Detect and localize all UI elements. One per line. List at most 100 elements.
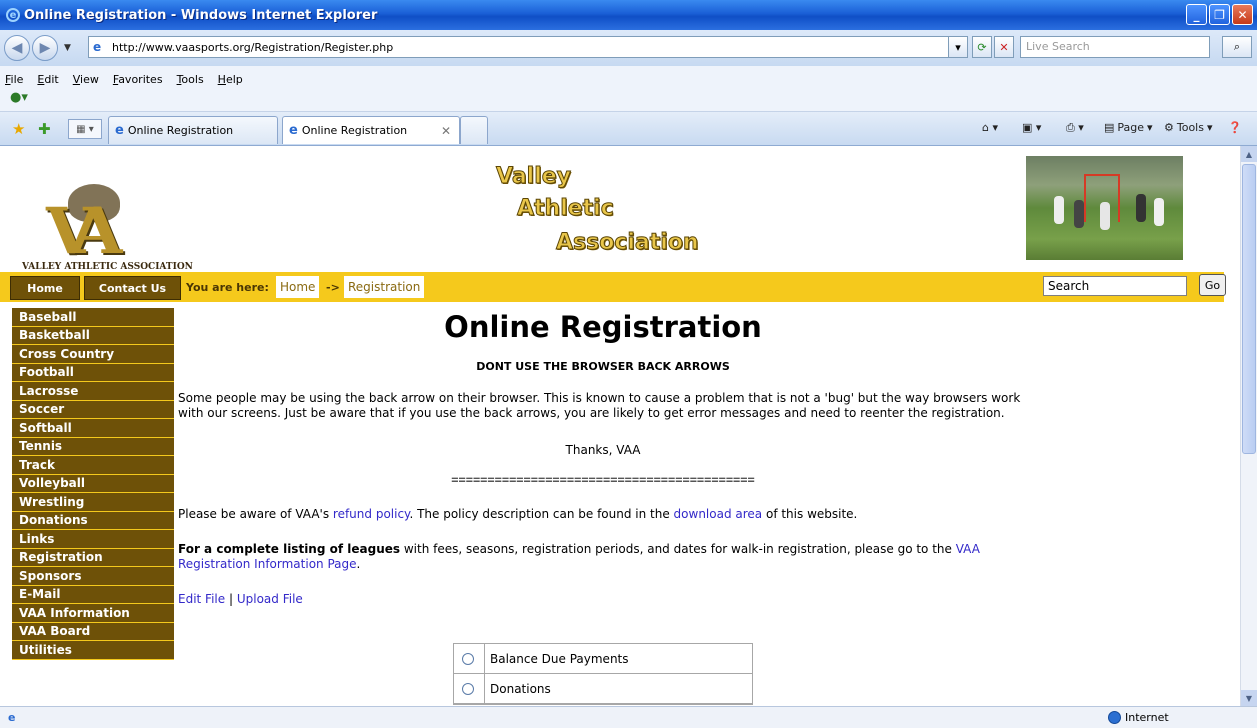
- side-item-vaa-board[interactable]: VAA Board: [12, 622, 174, 641]
- file-links-separator: |: [228, 592, 234, 606]
- tab-label: Online Registration: [127, 124, 234, 137]
- brand-line-valley: Valley: [495, 164, 572, 190]
- zone-label: Internet: [1125, 711, 1169, 724]
- menu-file[interactable]: File: [5, 73, 23, 86]
- add-favorites-icon[interactable]: ✚: [38, 120, 51, 138]
- side-item-lacrosse[interactable]: Lacrosse: [12, 382, 174, 401]
- address-input[interactable]: e http://www.vaasports.org/Registration/…: [88, 36, 963, 58]
- brand-line-association: Association: [556, 230, 700, 256]
- print-icon[interactable]: ⎙ ▾: [1066, 121, 1084, 135]
- live-search-input[interactable]: Live Search: [1020, 36, 1210, 58]
- option-radio[interactable]: [462, 652, 474, 665]
- page-icon: e: [93, 40, 102, 54]
- leagues-paragraph: For a complete listing of leagues with f…: [178, 542, 980, 571]
- address-toolbar: ◀ ▶ ▼ e http://www.vaasports.org/Registr…: [0, 30, 1257, 66]
- side-item-links[interactable]: Links: [12, 530, 174, 549]
- option-radio[interactable]: [462, 682, 474, 695]
- file-links: Edit File | Upload File: [178, 592, 1028, 607]
- menu-tools[interactable]: Tools: [177, 73, 204, 86]
- nav-home-button[interactable]: Home: [10, 276, 80, 300]
- breadcrumb-home[interactable]: Home: [276, 276, 320, 298]
- side-item-tennis[interactable]: Tennis: [12, 437, 174, 456]
- tab-online-registration-1[interactable]: e Online Registration: [108, 116, 278, 144]
- address-url: http://www.vaasports.org/Registration/Re…: [112, 40, 394, 54]
- security-zone[interactable]: Internet: [1108, 711, 1169, 724]
- scroll-down-icon[interactable]: ▼: [1241, 690, 1257, 706]
- divider-line: ========================================…: [451, 473, 755, 487]
- page-menu-label: Page: [1117, 121, 1145, 134]
- main-content: Online Registration DONT USE THE BROWSER…: [178, 308, 1028, 705]
- tab-label: Online Registration: [301, 124, 408, 137]
- restore-button[interactable]: ❐: [1209, 4, 1230, 25]
- refund-policy-link[interactable]: refund policy: [333, 507, 410, 521]
- option-row[interactable]: Balance Due Payments: [454, 644, 752, 674]
- go-button[interactable]: Go: [1199, 274, 1226, 296]
- close-tab-icon[interactable]: ✕: [441, 124, 451, 138]
- ie-logo-icon: e: [6, 8, 20, 22]
- nav-contact-button[interactable]: Contact Us: [84, 276, 181, 300]
- lacrosse-photo: [1026, 156, 1183, 260]
- site-search-input[interactable]: Search: [1043, 276, 1187, 296]
- page-status-icon: e: [8, 711, 16, 724]
- side-item-volleyball[interactable]: Volleyball: [12, 474, 174, 493]
- side-item-donations[interactable]: Donations: [12, 511, 174, 530]
- side-item-wrestling[interactable]: Wrestling: [12, 493, 174, 512]
- side-item-track[interactable]: Track: [12, 456, 174, 475]
- forward-button[interactable]: ▶: [32, 35, 58, 61]
- logo-letters: VA: [46, 194, 122, 269]
- vertical-scrollbar[interactable]: ▲ ▼: [1240, 146, 1257, 706]
- page-menu-button[interactable]: ▤ Page ▾: [1104, 121, 1153, 134]
- stop-button[interactable]: ✕: [994, 36, 1014, 58]
- menu-help[interactable]: Help: [218, 73, 243, 86]
- feeds-icon[interactable]: ▣ ▾: [1022, 121, 1041, 134]
- tab-bar: ★ ✚ ▦ ▾ e Online Registration e Online R…: [0, 112, 1257, 146]
- page-viewport: VA VALLEY ATHLETIC ASSOCIATION Valley At…: [0, 146, 1240, 706]
- home-icon[interactable]: ⌂ ▾: [982, 121, 998, 134]
- refresh-button[interactable]: ⟳: [972, 36, 992, 58]
- side-item-utilities[interactable]: Utilities: [12, 641, 174, 660]
- addon-icon[interactable]: ●▾: [10, 90, 28, 105]
- menu-bar: File Edit View Favorites Tools Help ●▾: [0, 66, 1257, 112]
- breadcrumb-registration[interactable]: Registration: [344, 276, 425, 298]
- favorites-star-icon[interactable]: ★: [12, 120, 25, 138]
- tools-menu-button[interactable]: ⚙ Tools ▾: [1164, 121, 1213, 134]
- address-dropdown-button[interactable]: ▾: [948, 36, 968, 58]
- menu-edit[interactable]: Edit: [37, 73, 58, 86]
- tab-online-registration-2[interactable]: e Online Registration ✕: [282, 116, 460, 144]
- back-button[interactable]: ◀: [4, 35, 30, 61]
- breadcrumb-arrow: ->: [326, 281, 340, 294]
- menu-view[interactable]: View: [73, 73, 99, 86]
- scroll-thumb[interactable]: [1242, 164, 1256, 454]
- you-are-here-label: You are here:: [186, 281, 269, 294]
- back-arrow-explanation: Some people may be using the back arrow …: [178, 391, 1021, 420]
- side-item-soccer[interactable]: Soccer: [12, 400, 174, 419]
- side-item-registration[interactable]: Registration: [12, 548, 174, 567]
- side-item-football[interactable]: Football: [12, 363, 174, 382]
- side-item-softball[interactable]: Softball: [12, 419, 174, 438]
- side-item-baseball[interactable]: Baseball: [12, 308, 174, 327]
- tools-menu-label: Tools: [1176, 121, 1204, 134]
- registration-options-table: Balance Due Payments Donations: [453, 643, 753, 705]
- download-area-link[interactable]: download area: [674, 507, 763, 521]
- quick-tabs-button[interactable]: ▦ ▾: [68, 119, 102, 139]
- upload-file-link[interactable]: Upload File: [237, 592, 303, 606]
- help-icon[interactable]: ❓: [1228, 121, 1242, 134]
- option-row[interactable]: Donations: [454, 674, 752, 704]
- search-icon[interactable]: ⌕: [1222, 36, 1252, 58]
- menu-favorites[interactable]: Favorites: [113, 73, 163, 86]
- side-item-email[interactable]: E-Mail: [12, 585, 174, 604]
- side-item-sponsors[interactable]: Sponsors: [12, 567, 174, 586]
- side-item-basketball[interactable]: Basketball: [12, 326, 174, 345]
- option-label: Donations: [484, 674, 752, 703]
- minimize-button[interactable]: _: [1186, 4, 1207, 25]
- side-item-cross-country[interactable]: Cross Country: [12, 345, 174, 364]
- edit-file-link[interactable]: Edit File: [178, 592, 225, 606]
- ie-tab-icon: e: [289, 123, 298, 138]
- back-arrow-warning: DONT USE THE BROWSER BACK ARROWS: [476, 360, 730, 373]
- side-item-vaa-information[interactable]: VAA Information: [12, 604, 174, 623]
- option-label: Balance Due Payments: [484, 644, 752, 673]
- new-tab-button[interactable]: [460, 116, 488, 144]
- scroll-up-icon[interactable]: ▲: [1241, 146, 1257, 162]
- history-dropdown-icon[interactable]: ▼: [64, 43, 71, 53]
- close-window-button[interactable]: ✕: [1232, 4, 1253, 25]
